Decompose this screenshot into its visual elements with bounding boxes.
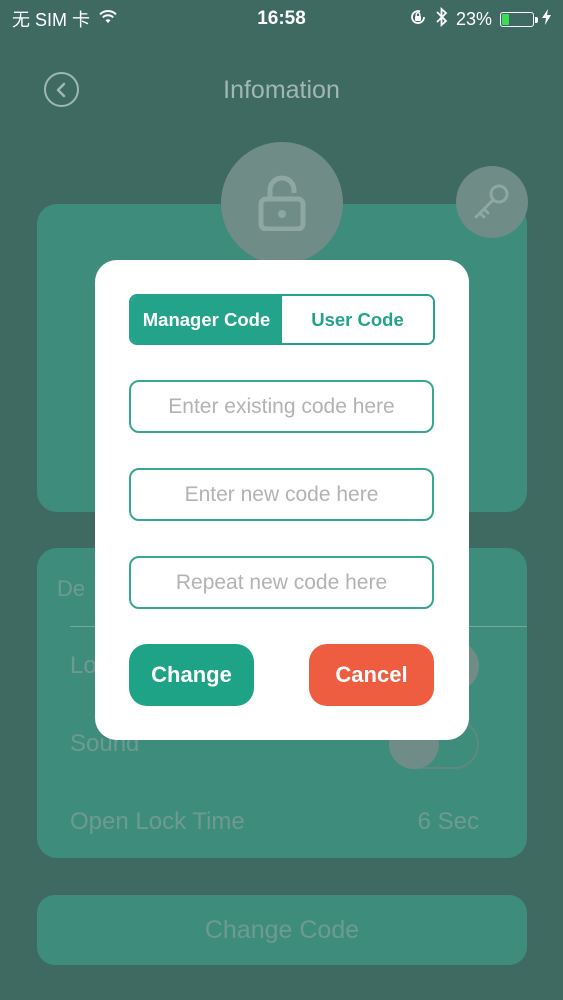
existing-code-field [129, 380, 434, 433]
code-type-segmented-control: Manager Code User Code [129, 294, 435, 345]
tab-user-code[interactable]: User Code [282, 296, 433, 343]
battery-icon [500, 11, 538, 27]
carrier-label: 无 SIM 卡 [12, 10, 91, 30]
battery-fill [502, 13, 509, 25]
tab-manager-code[interactable]: Manager Code [131, 296, 282, 343]
orientation-lock-icon [408, 7, 428, 32]
charging-icon [542, 8, 551, 30]
existing-code-input[interactable] [131, 382, 432, 431]
new-code-input[interactable] [131, 470, 432, 519]
wifi-icon [98, 9, 118, 30]
repeat-code-input[interactable] [131, 558, 432, 607]
new-code-field [129, 468, 434, 521]
battery-percent: 23% [455, 8, 492, 29]
status-bar: 无 SIM 卡 16:58 23% [0, 0, 563, 38]
status-left: 无 SIM 卡 [12, 6, 118, 32]
cancel-button[interactable]: Cancel [309, 644, 434, 706]
bluetooth-icon [436, 6, 448, 32]
change-button[interactable]: Change [129, 644, 254, 706]
change-code-dialog: Manager Code User Code Change Cancel [95, 260, 469, 740]
repeat-code-field [129, 556, 434, 609]
status-right: 23% [408, 6, 551, 32]
